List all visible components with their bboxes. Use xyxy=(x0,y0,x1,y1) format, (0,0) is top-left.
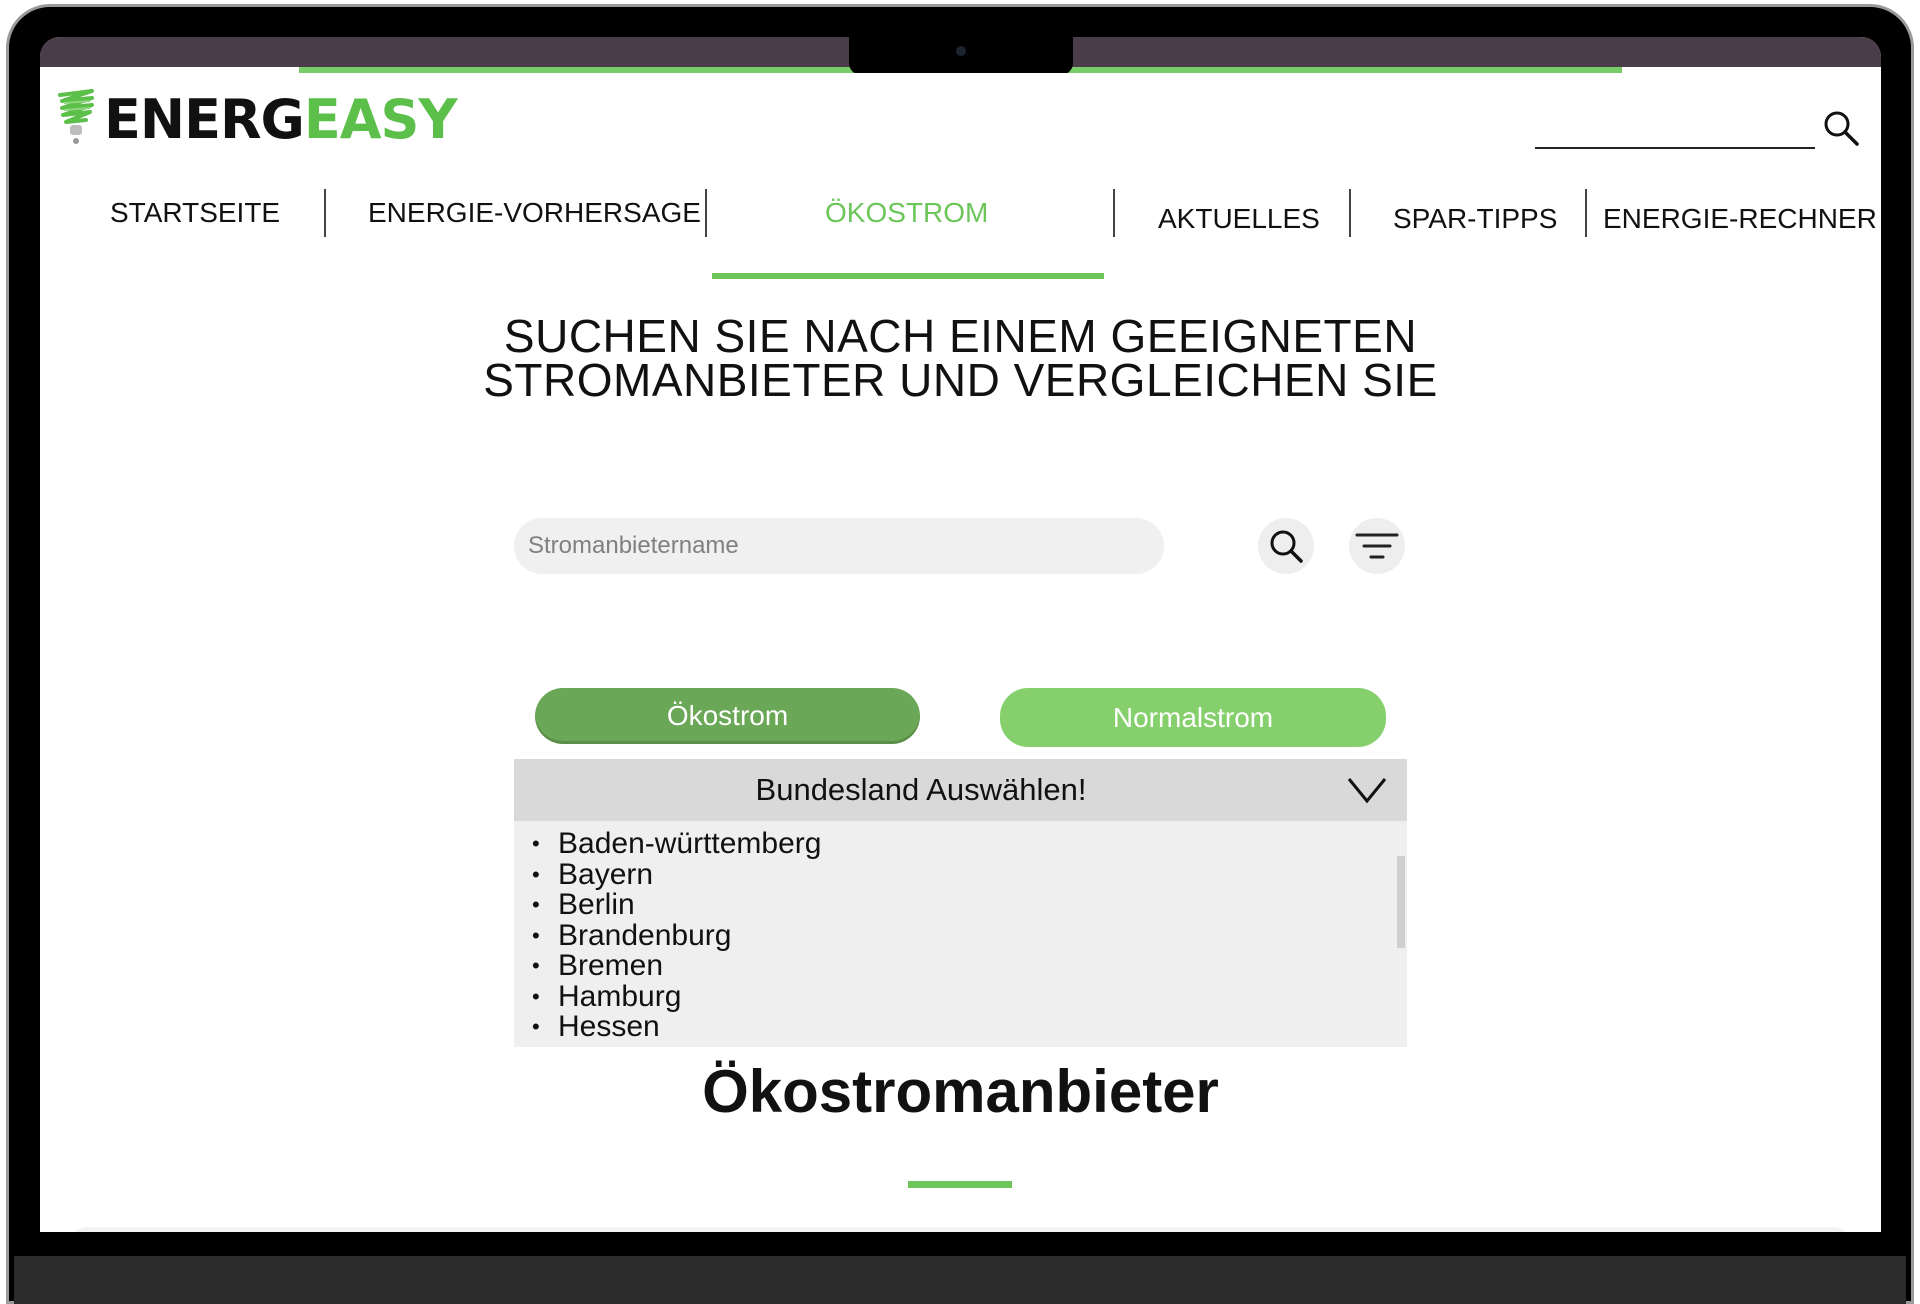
screen: ENERGEASY STARTSEITE ENERGIE-VORHERSAGE … xyxy=(40,37,1881,1232)
nav-startseite[interactable]: STARTSEITE xyxy=(110,197,280,229)
camera-notch xyxy=(849,37,1073,75)
camera-icon xyxy=(956,46,966,56)
nav-divider xyxy=(1349,189,1351,237)
page-title: SUCHEN SIE NACH EINEM GEEIGNETEN STROMAN… xyxy=(40,310,1881,406)
header-search-field[interactable] xyxy=(1535,107,1815,149)
dropdown-scrollbar[interactable] xyxy=(1397,856,1405,948)
filter-button[interactable] xyxy=(1349,518,1405,574)
provider-search-input[interactable] xyxy=(526,531,1164,561)
dropdown-option[interactable]: Brandenburg xyxy=(532,920,1407,952)
chevron-down-icon[interactable] xyxy=(1347,775,1387,805)
nav-aktuelles[interactable]: AKTUELLES xyxy=(1158,203,1320,235)
section-title-underline xyxy=(908,1181,1012,1188)
nav-oekostrom[interactable]: ÖKOSTROM xyxy=(825,197,988,229)
nav-energie-rechner[interactable]: ENERGIE-RECHNER xyxy=(1603,203,1877,235)
dropdown-option[interactable]: Hessen xyxy=(532,1011,1407,1043)
dropdown-option[interactable]: Baden-württemberg xyxy=(532,828,1407,860)
filter-icon xyxy=(1355,533,1399,559)
search-icon[interactable] xyxy=(1822,109,1860,147)
page-title-line1: SUCHEN SIE NACH EINEM GEEIGNETEN xyxy=(503,310,1418,362)
dropdown-options: Baden-württemberg Bayern Berlin Brandenb… xyxy=(514,821,1407,1047)
dropdown-option[interactable]: Bayern xyxy=(532,859,1407,891)
search-button[interactable] xyxy=(1258,518,1314,574)
dropdown-option[interactable]: Hamburg xyxy=(532,981,1407,1013)
main-nav: STARTSEITE ENERGIE-VORHERSAGE ÖKOSTROM A… xyxy=(40,189,1881,259)
nav-divider xyxy=(1585,189,1587,237)
dropdown-option[interactable]: Bremen xyxy=(532,950,1407,982)
page-title-line2: STROMANBIETER UND VERGLEICHEN SIE xyxy=(483,354,1438,406)
logo-text-part2: EASY xyxy=(303,88,458,151)
nav-divider xyxy=(324,189,326,237)
nav-spar-tipps[interactable]: SPAR-TIPPS xyxy=(1393,203,1557,235)
dropdown-option[interactable]: Berlin xyxy=(532,889,1407,921)
active-nav-indicator xyxy=(712,273,1104,279)
provider-card xyxy=(68,1227,1853,1232)
normalstrom-button[interactable]: Normalstrom xyxy=(1000,688,1386,747)
provider-search-field[interactable] xyxy=(514,518,1164,574)
laptop-base xyxy=(14,1256,1906,1304)
nav-divider xyxy=(1113,189,1115,237)
logo[interactable]: ENERGEASY xyxy=(54,88,458,151)
nav-divider xyxy=(705,189,707,237)
page: ENERGEASY STARTSEITE ENERGIE-VORHERSAGE … xyxy=(40,73,1881,1232)
energy-bulb-icon xyxy=(58,89,94,144)
bundesland-dropdown[interactable]: Bundesland Auswählen! xyxy=(514,759,1407,821)
dropdown-label: Bundesland Auswählen! xyxy=(755,772,1087,807)
search-icon xyxy=(1270,530,1303,563)
nav-energie-vorhersage[interactable]: ENERGIE-VORHERSAGE xyxy=(368,197,701,229)
oekostrom-button[interactable]: Ökostrom xyxy=(535,688,920,744)
logo-text-part1: ENERG xyxy=(104,88,305,151)
section-title: Ökostromanbieter xyxy=(702,1058,1219,1125)
